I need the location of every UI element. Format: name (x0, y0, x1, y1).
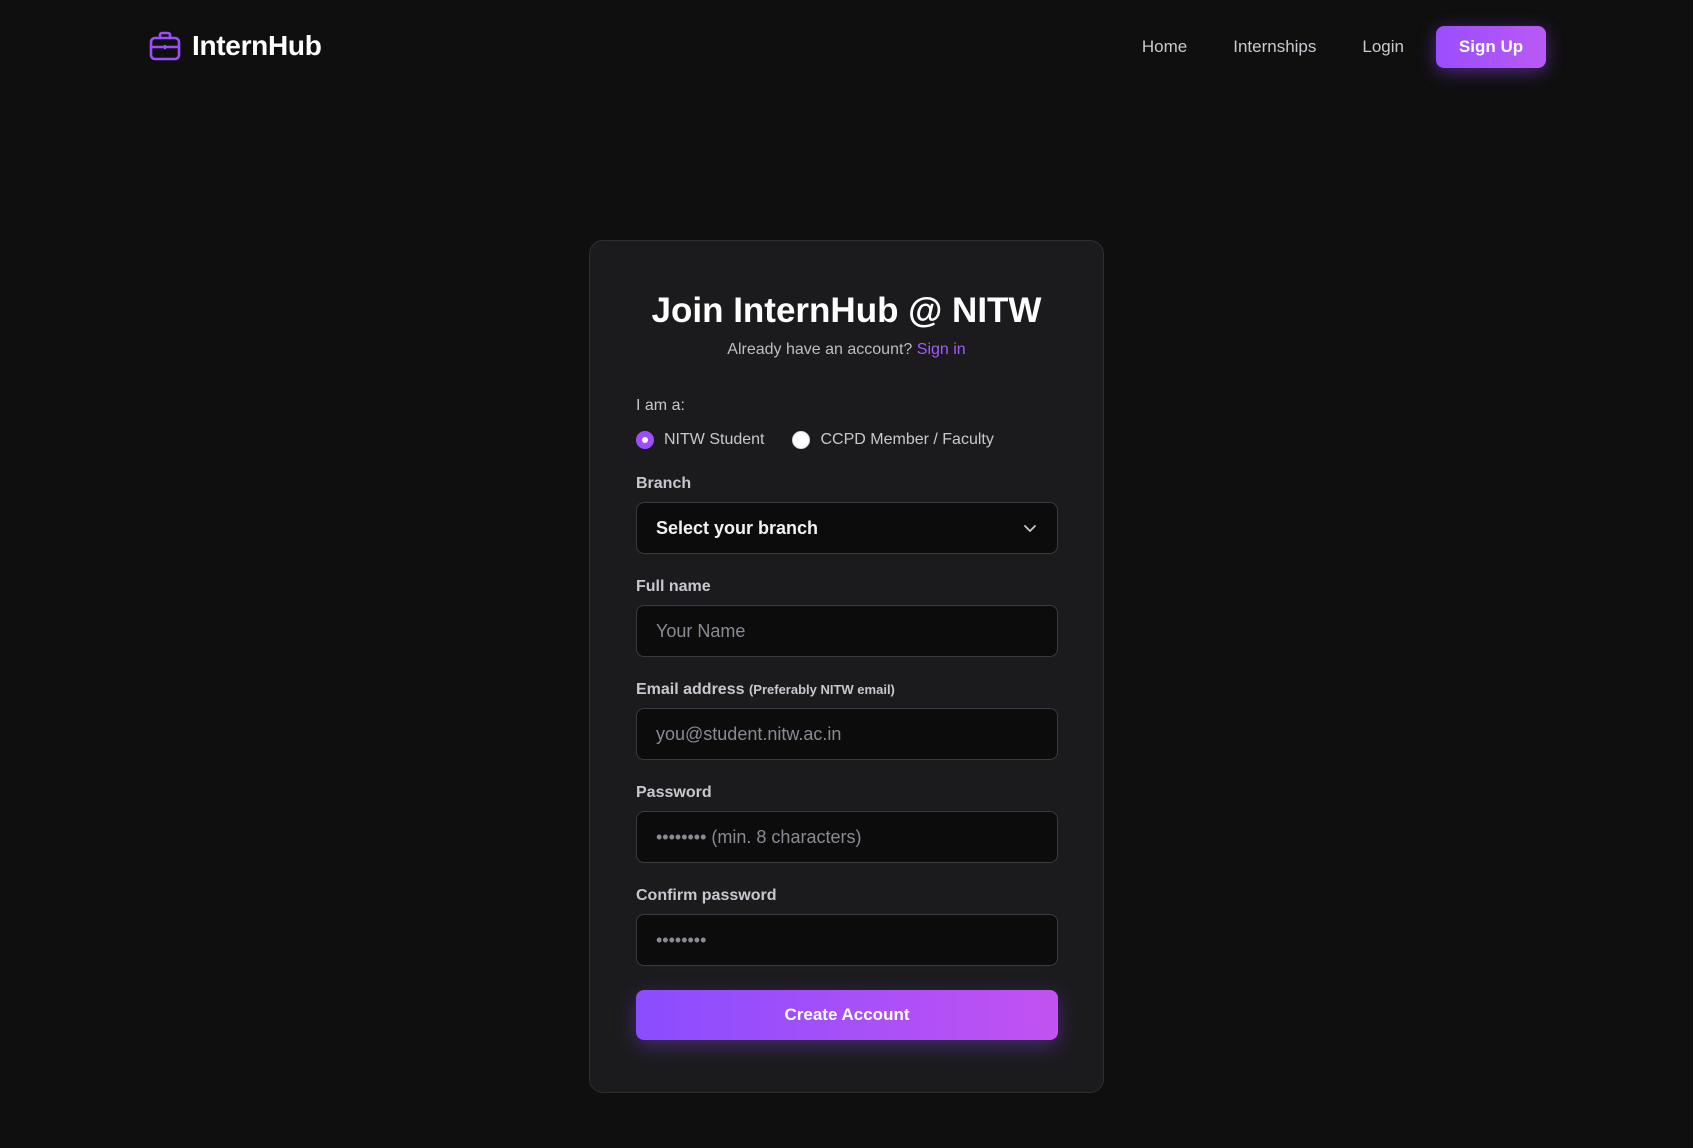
password-field: Password (636, 784, 1058, 863)
signup-card: Join InternHub @ NITW Already have an ac… (589, 240, 1104, 1093)
role-radio-student[interactable] (636, 431, 654, 449)
branch-select-value: Select your branch (656, 517, 819, 538)
email-field: Email address (Preferably NITW email) (636, 681, 1058, 760)
branch-field: Branch Select your branch (636, 475, 1058, 554)
email-label: Email address (Preferably NITW email) (636, 681, 1058, 699)
top-navbar: InternHub Home Internships Login Sign Up (0, 0, 1693, 92)
signin-prompt: Already have an account? Sign in (590, 341, 1103, 359)
branch-select[interactable]: Select your branch (636, 502, 1058, 554)
email-label-note: (Preferably NITW email) (748, 682, 895, 697)
role-option-student-label: NITW Student (664, 431, 765, 448)
brand-logo[interactable]: InternHub (148, 26, 322, 66)
role-radio-faculty[interactable] (792, 431, 811, 449)
email-label-text: Email address (636, 681, 745, 698)
signup-form: I am a: NITW Student CCPD Member / Facul… (636, 397, 1058, 1040)
role-option-faculty-label: CCPD Member / Faculty (820, 431, 994, 448)
brand-name: InternHub (192, 30, 322, 61)
signin-link[interactable]: Sign in (917, 341, 966, 358)
briefcase-icon (148, 29, 182, 63)
signup-button[interactable]: Sign Up (1436, 26, 1546, 68)
role-option-student[interactable]: NITW Student (636, 431, 764, 449)
fullname-label: Full name (636, 578, 711, 595)
fullname-input[interactable] (636, 605, 1058, 657)
confirm-password-label: Confirm password (636, 887, 777, 904)
nav-link-login[interactable]: Login (1362, 37, 1404, 57)
role-option-faculty[interactable]: CCPD Member / Faculty (792, 431, 994, 449)
password-input[interactable] (636, 811, 1058, 863)
nav-link-internships[interactable]: Internships (1233, 37, 1316, 57)
role-label: I am a: (636, 397, 685, 414)
create-account-button[interactable]: Create Account (636, 990, 1058, 1040)
confirm-password-field: Confirm password (636, 887, 1058, 966)
nav-link-home[interactable]: Home (1142, 37, 1187, 57)
chevron-down-icon (1022, 520, 1038, 536)
signin-prompt-text: Already have an account? (727, 341, 913, 358)
password-label: Password (636, 784, 712, 801)
page-title: Join InternHub @ NITW (651, 291, 1042, 330)
confirm-password-input[interactable] (636, 914, 1058, 966)
role-radio-group: NITW Student CCPD Member / Faculty (636, 431, 1058, 449)
email-input[interactable] (636, 708, 1058, 760)
nav-links: Home Internships Login Sign Up (1142, 26, 1546, 68)
fullname-field: Full name (636, 578, 1058, 657)
branch-label: Branch (636, 475, 692, 492)
